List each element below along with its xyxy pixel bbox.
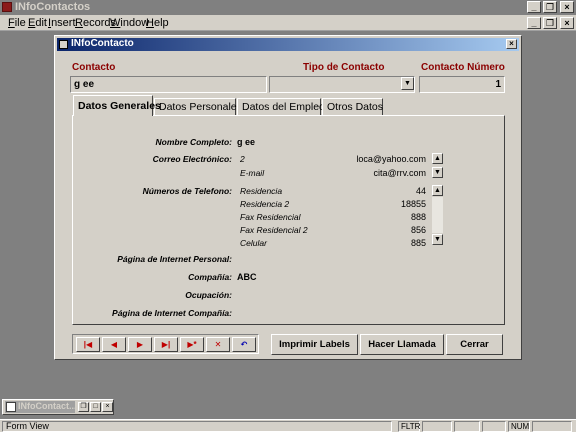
telefono-type-4: Fax Residencial 2 xyxy=(240,225,308,235)
ocupacion-label: Ocupación: xyxy=(185,290,232,300)
compania-value[interactable]: ABC xyxy=(237,272,257,282)
tab-label: Datos Personales xyxy=(159,101,242,113)
compania-label: Compañía: xyxy=(188,272,232,282)
tipo-contacto-label: Tipo de Contacto xyxy=(303,62,385,73)
form-icon xyxy=(59,40,68,49)
mdi-close-icon[interactable]: × xyxy=(560,17,574,29)
status-num: NUM xyxy=(508,421,530,432)
form-close-icon[interactable]: × xyxy=(506,39,517,49)
minimize-icon[interactable]: _ xyxy=(527,1,541,13)
telefono-scroll-down-icon[interactable]: ▼ xyxy=(432,234,443,245)
tab-label: Otros Datos xyxy=(327,101,384,113)
previous-record-icon[interactable]: ◀ xyxy=(102,337,126,352)
minimized-title-bar: INfoContact... xyxy=(5,401,75,413)
telefono-scroll-track[interactable] xyxy=(432,197,443,233)
close-icon[interactable]: × xyxy=(560,1,574,13)
imprimir-labels-button[interactable]: Imprimir Labels xyxy=(271,334,358,355)
contacto-label: Contacto xyxy=(72,62,116,73)
pagina-compania-label: Página de Internet Compañía: xyxy=(112,308,232,318)
tab-label: Datos Generales xyxy=(78,100,161,112)
telefono-type-3: Fax Residencial xyxy=(240,212,301,222)
status-panel-empty-4 xyxy=(532,421,572,432)
correo-type-1: 2 xyxy=(240,154,245,164)
tab-datos-generales[interactable]: Datos Generales xyxy=(73,95,161,116)
correo-value-1[interactable]: loca@yahoo.com xyxy=(330,154,426,164)
app-title: INfoContactos xyxy=(15,1,91,13)
pagina-personal-label: Página de Internet Personal: xyxy=(117,254,232,264)
undo-icon[interactable]: ↶ xyxy=(232,337,256,352)
tab-otros-datos[interactable]: Otros Datos xyxy=(322,98,383,115)
status-text: Form View xyxy=(2,421,392,432)
telefono-value-2[interactable]: 18855 xyxy=(366,199,426,209)
menu-bar: File Edit Insert Records Window Help xyxy=(0,15,576,31)
status-fltr: FLTR xyxy=(398,421,420,432)
contacto-value: g ee xyxy=(74,79,95,90)
nombre-completo-value[interactable]: g ee xyxy=(237,137,255,147)
minimized-close-icon[interactable]: × xyxy=(102,402,113,412)
form-title: INfoContacto xyxy=(71,38,134,49)
status-panel-empty-1 xyxy=(422,421,452,432)
contacto-numero-label: Contacto Número xyxy=(421,62,505,73)
minimized-maximize-icon[interactable]: □ xyxy=(90,402,101,412)
correo-scroll-down-icon[interactable]: ▼ xyxy=(432,167,443,178)
tab-datos-empleo[interactable]: Datos del Empleo xyxy=(237,98,325,115)
first-record-icon[interactable]: |◀ xyxy=(76,337,100,352)
new-record-icon[interactable]: ▶* xyxy=(180,337,204,352)
menu-file[interactable]: File xyxy=(8,17,26,29)
next-record-icon[interactable]: ▶ xyxy=(128,337,152,352)
access-app-icon xyxy=(2,2,12,12)
status-panel-empty-3 xyxy=(482,421,506,432)
status-bar: Form View FLTR NUM xyxy=(0,419,576,432)
menu-edit[interactable]: Edit xyxy=(28,17,47,29)
menu-help[interactable]: Help xyxy=(146,17,169,29)
telefono-type-2: Residencia 2 xyxy=(240,199,290,209)
tipo-contacto-select[interactable]: ▼ xyxy=(269,76,415,93)
restore-icon[interactable]: ❐ xyxy=(543,1,557,13)
cerrar-button[interactable]: Cerrar xyxy=(446,334,503,355)
hacer-llamada-button[interactable]: Hacer Llamada xyxy=(360,334,444,355)
minimized-window[interactable]: INfoContact... ❐ □ × xyxy=(2,399,114,415)
record-navigation: |◀ ◀ ▶ ▶| ▶* ✕ ↶ xyxy=(72,334,259,354)
mdi-minimize-icon[interactable]: _ xyxy=(527,17,541,29)
correo-label: Correo Electrónico: xyxy=(152,154,232,164)
last-record-icon[interactable]: ▶| xyxy=(154,337,178,352)
menu-window[interactable]: Window xyxy=(110,17,149,29)
minimized-title: INfoContact... xyxy=(18,401,75,411)
correo-type-2: E-mail xyxy=(240,168,265,178)
status-panel-empty-2 xyxy=(454,421,480,432)
delete-record-icon[interactable]: ✕ xyxy=(206,337,230,352)
telefono-label: Números de Telefono: xyxy=(142,186,232,196)
correo-scroll-up-icon[interactable]: ▲ xyxy=(432,153,443,164)
telefono-type-1: Residencia xyxy=(240,186,283,196)
form-title-bar: INfoContacto × xyxy=(57,38,519,51)
telefono-type-5: Celular xyxy=(240,238,267,248)
tab-datos-personales[interactable]: Datos Personales xyxy=(154,98,242,115)
mdi-restore-icon[interactable]: ❐ xyxy=(543,17,557,29)
correo-value-2[interactable]: cita@rrv.com xyxy=(330,168,426,178)
minimized-restore-icon[interactable]: ❐ xyxy=(78,402,89,412)
contacto-numero-value: 1 xyxy=(495,79,501,90)
menu-insert[interactable]: Insert xyxy=(48,17,76,29)
app-title-bar: INfoContactos _ ❐ × xyxy=(0,0,576,15)
telefono-value-4[interactable]: 856 xyxy=(366,225,426,235)
contacto-numero-field[interactable]: 1 xyxy=(419,76,505,93)
contacto-field[interactable]: g ee xyxy=(70,76,267,93)
nombre-completo-label: Nombre Completo: xyxy=(155,137,233,147)
chevron-down-icon[interactable]: ▼ xyxy=(401,77,414,90)
telefono-scroll-up-icon[interactable]: ▲ xyxy=(432,185,443,196)
telefono-value-1[interactable]: 44 xyxy=(366,186,426,196)
tab-label: Datos del Empleo xyxy=(242,101,325,113)
telefono-value-3[interactable]: 888 xyxy=(366,212,426,222)
minimized-window-icon xyxy=(6,402,16,412)
telefono-value-5[interactable]: 885 xyxy=(366,238,426,248)
